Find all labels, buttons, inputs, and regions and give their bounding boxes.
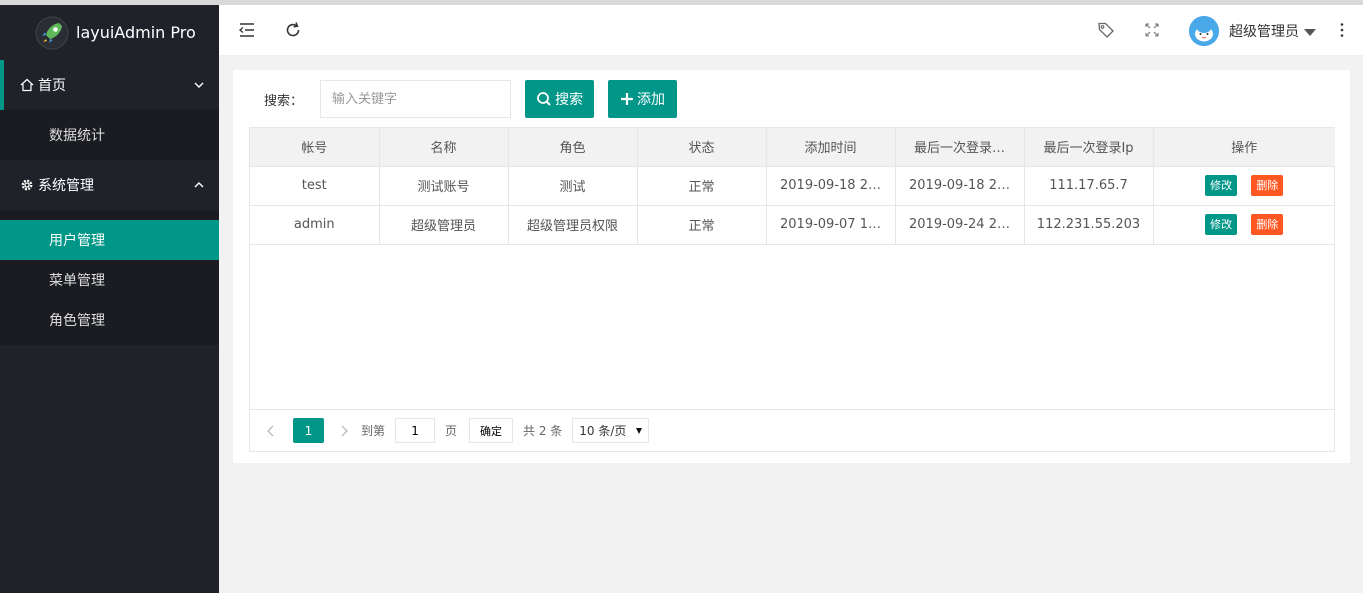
chevron-down-icon [194, 82, 204, 88]
gear-icon [20, 178, 34, 192]
sidebar-item-users[interactable]: 用户管理 [0, 220, 219, 260]
cell-last-ip: 112.231.55.203 [1024, 205, 1154, 245]
cell-actions: 修改 删除 [1153, 166, 1335, 206]
column-header[interactable]: 名称 [379, 128, 509, 167]
nav-system-submenu: 用户管理 菜单管理 角色管理 [0, 210, 219, 345]
cell-created: 2019-09-18 2… [766, 166, 896, 206]
search-icon [537, 92, 551, 106]
fullscreen-icon[interactable] [1143, 21, 1161, 39]
column-header[interactable]: 帐号 [250, 128, 380, 167]
sidebar-item-stats[interactable]: 数据统计 [0, 110, 219, 160]
cell-status: 正常 [637, 166, 767, 206]
tag-icon[interactable] [1097, 21, 1115, 39]
cell-last-login: 2019-09-18 2… [895, 166, 1025, 206]
content-card: 搜索： 搜索 添加 帐号 名称 角色 状态 添加时间 最后一次登录… 最后一次登 [233, 70, 1350, 463]
plus-icon [621, 93, 633, 105]
page-size-select[interactable]: 10 条/页 [572, 418, 650, 443]
nav-home-label: 首页 [38, 78, 66, 94]
search-input[interactable] [320, 80, 511, 118]
top-header: 超级管理员 [219, 5, 1363, 56]
cell-created: 2019-09-07 1… [766, 205, 896, 245]
caret-down-icon [1304, 28, 1316, 36]
user-menu[interactable]: 超级管理员 [1189, 16, 1316, 46]
logo[interactable]: layuiAdmin Pro [0, 5, 219, 60]
cell-name: 测试账号 [379, 166, 509, 206]
more-icon[interactable] [1333, 21, 1351, 39]
add-button-label: 添加 [637, 92, 665, 108]
table-row[interactable]: test 测试账号 测试 正常 2019-09-18 2… 2019-09-18… [250, 166, 1335, 206]
search-button[interactable]: 搜索 [525, 80, 594, 118]
search-label: 搜索： [264, 94, 304, 109]
cell-role: 测试 [508, 166, 638, 206]
caret-down-icon [636, 427, 643, 434]
page-size-value: 10 条/页 [579, 424, 627, 438]
add-button[interactable]: 添加 [608, 80, 677, 118]
sidebar-item-menus[interactable]: 菜单管理 [0, 260, 219, 300]
total-count: 共 2 条 [523, 424, 563, 438]
page-unit-label: 页 [445, 424, 458, 438]
cell-name: 超级管理员 [379, 205, 509, 245]
column-header[interactable]: 状态 [637, 128, 767, 167]
search-button-label: 搜索 [555, 92, 583, 108]
avatar [1189, 16, 1219, 46]
goto-label: 到第 [361, 424, 386, 438]
delete-button[interactable]: 删除 [1251, 214, 1284, 235]
table-header-row: 帐号 名称 角色 状态 添加时间 最后一次登录… 最后一次登录Ip 操作 [250, 128, 1335, 167]
column-header[interactable]: 操作 [1153, 128, 1335, 167]
home-icon [20, 78, 34, 92]
nav-home-submenu: 数据统计 [0, 110, 219, 160]
next-page-icon[interactable] [337, 424, 351, 438]
collapse-menu-icon[interactable] [238, 21, 256, 39]
sidebar-item-roles[interactable]: 角色管理 [0, 300, 219, 340]
page-jump-input[interactable] [395, 418, 436, 443]
column-header[interactable]: 最后一次登录Ip [1024, 128, 1154, 167]
chevron-up-icon [194, 182, 204, 188]
nav-system-label: 系统管理 [38, 178, 94, 194]
edit-button[interactable]: 修改 [1205, 214, 1238, 235]
user-name: 超级管理员 [1229, 24, 1299, 40]
rocket-icon [35, 16, 69, 49]
edit-button[interactable]: 修改 [1205, 175, 1238, 196]
nav-system[interactable]: 系统管理 [0, 160, 219, 210]
refresh-icon[interactable] [284, 21, 302, 39]
cell-role: 超级管理员权限 [508, 205, 638, 245]
cell-account: admin [250, 205, 380, 245]
user-table: 帐号 名称 角色 状态 添加时间 最后一次登录… 最后一次登录Ip 操作 tes… [249, 127, 1335, 452]
current-page[interactable]: 1 [293, 418, 324, 443]
delete-button[interactable]: 删除 [1251, 175, 1284, 196]
cell-status: 正常 [637, 205, 767, 245]
column-header[interactable]: 最后一次登录… [895, 128, 1025, 167]
cell-last-ip: 111.17.65.7 [1024, 166, 1154, 206]
page-confirm-button[interactable]: 确定 [469, 418, 514, 443]
app-title: layuiAdmin Pro [76, 23, 196, 42]
table-row[interactable]: admin 超级管理员 超级管理员权限 正常 2019-09-07 1… 201… [250, 205, 1335, 245]
prev-page-icon[interactable] [264, 424, 278, 438]
nav-home[interactable]: 首页 [0, 60, 219, 110]
sidebar: layuiAdmin Pro 首页 数据统计 系统管理 用户管理 菜单管理 角色… [0, 5, 219, 593]
cell-actions: 修改 删除 [1153, 205, 1335, 245]
cell-account: test [250, 166, 380, 206]
column-header[interactable]: 添加时间 [766, 128, 896, 167]
column-header[interactable]: 角色 [508, 128, 638, 167]
cell-last-login: 2019-09-24 2… [895, 205, 1025, 245]
pagination: 1 到第 页 确定 共 2 条 10 条/页 [250, 409, 1334, 451]
